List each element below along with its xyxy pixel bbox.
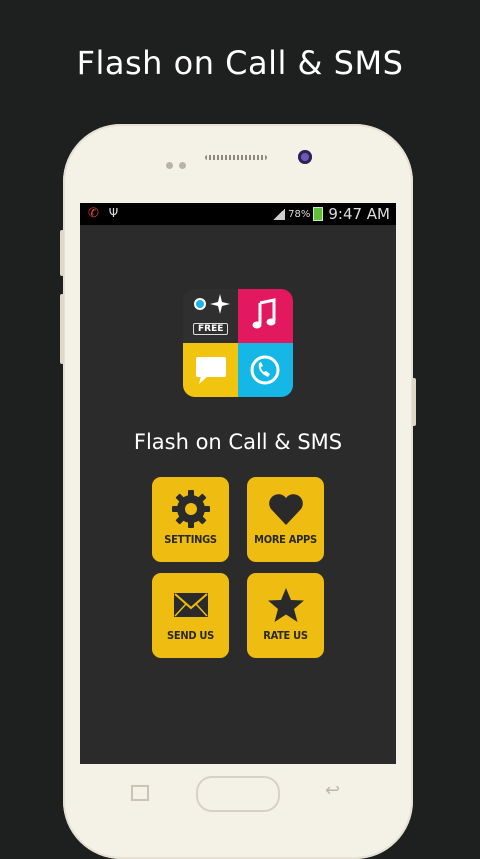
send-us-label: SEND US — [167, 629, 214, 642]
front-camera — [298, 150, 312, 164]
phone-frame: ✆ Ψ 78% 9:47 AM FREE Flash on Call & SMS… — [60, 124, 416, 859]
logo-call-quadrant — [238, 343, 293, 397]
earpiece-speaker — [205, 155, 267, 160]
heart-icon — [266, 489, 306, 529]
music-note-icon — [252, 298, 276, 329]
promo-title: Flash on Call & SMS — [76, 44, 404, 82]
back-key[interactable]: ↩ — [325, 780, 340, 801]
home-button[interactable] — [196, 776, 280, 812]
battery-percent: 78% — [288, 208, 311, 220]
settings-button[interactable]: SETTINGS — [152, 477, 229, 562]
usb-icon: Ψ — [108, 206, 119, 220]
more-apps-button[interactable]: MORE APPS — [247, 477, 324, 562]
send-us-button[interactable]: SEND US — [152, 573, 229, 658]
envelope-icon — [171, 585, 211, 625]
status-bar: ✆ Ψ 78% 9:47 AM — [80, 203, 396, 225]
volume-button-lower — [60, 294, 64, 364]
recent-apps-key[interactable] — [131, 785, 149, 801]
clock: 9:47 AM — [328, 205, 390, 223]
missed-call-icon: ✆ — [88, 206, 99, 221]
phone-call-icon — [250, 355, 280, 385]
settings-label: SETTINGS — [164, 533, 217, 546]
logo-flash-quadrant: FREE — [183, 289, 238, 343]
logo-music-quadrant — [238, 289, 293, 343]
battery-icon — [313, 207, 324, 221]
chat-bubble-icon — [196, 357, 226, 384]
logo-sms-quadrant — [183, 343, 238, 397]
free-badge: FREE — [193, 323, 229, 335]
volume-button — [60, 230, 64, 276]
more-apps-label: MORE APPS — [254, 533, 317, 546]
sensor-dots — [166, 154, 192, 173]
gear-icon — [171, 489, 211, 529]
app-title: Flash on Call & SMS — [133, 430, 343, 454]
phone-screen: ✆ Ψ 78% 9:47 AM FREE Flash on Call & SMS… — [80, 203, 396, 764]
signal-icon — [273, 208, 286, 220]
power-button — [412, 378, 416, 426]
rate-us-label: RATE US — [263, 629, 308, 642]
rate-us-button[interactable]: RATE US — [247, 573, 324, 658]
app-logo: FREE — [183, 289, 293, 397]
star-icon — [266, 585, 306, 625]
